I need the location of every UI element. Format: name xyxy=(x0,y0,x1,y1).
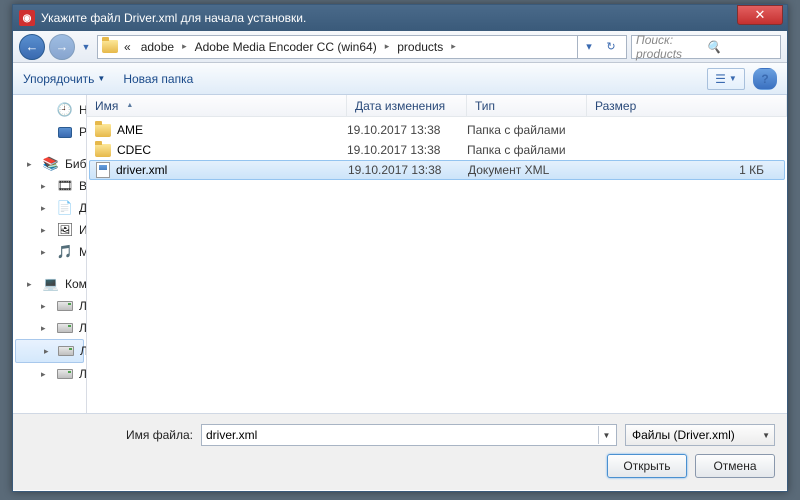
file-rows[interactable]: AME19.10.2017 13:38Папка с файламиCDEC19… xyxy=(87,117,787,413)
sidebar-item-documents[interactable]: ▸Документы xyxy=(13,197,86,219)
history-dropdown[interactable]: ▼ xyxy=(79,37,93,57)
folder-icon xyxy=(95,144,111,157)
chevron-down-icon: ▼ xyxy=(762,431,770,440)
breadcrumb-chevron-icon[interactable]: ▸ xyxy=(383,41,392,52)
video-icon xyxy=(57,178,73,194)
file-name: driver.xml xyxy=(116,163,167,177)
expand-icon[interactable]: ▸ xyxy=(27,279,32,290)
expand-icon[interactable]: ▸ xyxy=(41,181,46,192)
sidebar-item-video[interactable]: ▸Видео xyxy=(13,175,86,197)
navigation-bar: ← → ▼ « adobe ▸ Adobe Media Encoder CC (… xyxy=(13,31,787,63)
expand-icon[interactable]: ▸ xyxy=(27,159,32,170)
breadcrumb-chevron-icon[interactable]: ▸ xyxy=(180,41,189,52)
file-row[interactable]: CDEC 19.10.2017 13:38Папка с файлами xyxy=(87,140,787,160)
dialog-footer: Имя файла: driver.xml ▼ Файлы (Driver.xm… xyxy=(13,413,787,490)
breadcrumb-chevron-icon[interactable]: ▸ xyxy=(449,41,458,52)
xml-file-icon xyxy=(96,162,110,178)
titlebar: ◉ Укажите файл Driver.xml для начала уст… xyxy=(13,5,787,31)
recent-icon xyxy=(57,102,73,118)
search-placeholder: Поиск: products xyxy=(636,33,706,61)
column-headers: Имя Дата изменения Тип Размер xyxy=(87,95,787,117)
drive-icon xyxy=(57,320,73,336)
column-size[interactable]: Размер xyxy=(587,95,787,116)
sidebar-item-drive[interactable]: ▸Локальный диск xyxy=(13,363,86,385)
sidebar-tree[interactable]: Недавние места Рабочий стол ▸Библиотеки … xyxy=(13,95,87,413)
file-type: Документ XML xyxy=(468,163,588,177)
drive-icon xyxy=(57,298,73,314)
file-date: 19.10.2017 13:38 xyxy=(347,123,467,137)
music-icon xyxy=(57,244,73,260)
sidebar-item-desktop[interactable]: Рабочий стол xyxy=(13,121,86,143)
search-icon: 🔍 xyxy=(706,40,776,54)
breadcrumb-seg-0[interactable]: adobe xyxy=(137,40,178,54)
column-date[interactable]: Дата изменения xyxy=(347,95,467,116)
expand-icon[interactable]: ▸ xyxy=(41,203,46,214)
file-type: Папка с файлами xyxy=(467,123,587,137)
file-row[interactable]: AME 19.10.2017 13:38Папка с файлами xyxy=(87,120,787,140)
file-open-dialog: ◉ Укажите файл Driver.xml для начала уст… xyxy=(12,4,788,492)
expand-icon[interactable]: ▸ xyxy=(41,301,46,312)
toolbar: Упорядочить▼ Новая папка ☰▼ ? xyxy=(13,63,787,95)
sidebar-item-drive[interactable]: ▸Локальный диск xyxy=(13,317,86,339)
folder-icon xyxy=(102,40,118,53)
breadcrumb-seg-1[interactable]: Adobe Media Encoder CC (win64) xyxy=(191,40,381,54)
file-row[interactable]: driver.xml 19.10.2017 13:38Документ XML1 … xyxy=(89,160,785,180)
file-type: Папка с файлами xyxy=(467,143,587,157)
sidebar-item-recent[interactable]: Недавние места xyxy=(13,99,86,121)
filename-label: Имя файла: xyxy=(25,428,193,442)
cancel-button[interactable]: Отмена xyxy=(695,454,775,478)
file-size: 1 КБ xyxy=(588,163,778,177)
expand-icon[interactable]: ▸ xyxy=(41,247,46,258)
filename-dropdown[interactable]: ▼ xyxy=(598,426,614,444)
app-icon: ◉ xyxy=(19,10,35,26)
breadcrumb-prefix[interactable]: « xyxy=(120,40,135,54)
drive-icon xyxy=(58,343,74,359)
open-button[interactable]: Открыть xyxy=(607,454,687,478)
expand-icon[interactable]: ▸ xyxy=(41,323,46,334)
refresh-button[interactable]: ↻ xyxy=(600,36,622,58)
computer-icon xyxy=(43,276,59,292)
address-bar[interactable]: « adobe ▸ Adobe Media Encoder CC (win64)… xyxy=(97,35,627,59)
expand-icon[interactable]: ▸ xyxy=(44,346,49,357)
expand-icon[interactable]: ▸ xyxy=(41,225,46,236)
sidebar-item-computer[interactable]: ▸Компьютер xyxy=(13,273,86,295)
sidebar-item-images[interactable]: ▸Изображения xyxy=(13,219,86,241)
new-folder-button[interactable]: Новая папка xyxy=(123,72,193,86)
help-button[interactable]: ? xyxy=(753,68,777,90)
close-button[interactable]: ✕ xyxy=(737,5,783,25)
sidebar-item-drive[interactable]: ▸Локальный диск xyxy=(13,295,86,317)
images-icon xyxy=(57,222,73,238)
view-mode-button[interactable]: ☰▼ xyxy=(707,68,745,90)
organize-button[interactable]: Упорядочить▼ xyxy=(23,72,105,86)
sidebar-item-music[interactable]: ▸Музыка xyxy=(13,241,86,263)
desktop-icon xyxy=(57,124,73,140)
documents-icon xyxy=(57,200,73,216)
filename-input[interactable]: driver.xml ▼ xyxy=(201,424,617,446)
file-list-pane: Имя Дата изменения Тип Размер AME 19.10.2… xyxy=(87,95,787,413)
back-button[interactable]: ← xyxy=(19,34,45,60)
breadcrumb-seg-2[interactable]: products xyxy=(393,40,447,54)
file-name: CDEC xyxy=(117,143,151,157)
forward-button[interactable]: → xyxy=(49,34,75,60)
sidebar-item-drive[interactable]: ▸Локальный диск xyxy=(15,339,84,363)
search-input[interactable]: Поиск: products 🔍 xyxy=(631,35,781,59)
libraries-icon xyxy=(43,156,59,172)
expand-icon[interactable]: ▸ xyxy=(41,369,46,380)
file-date: 19.10.2017 13:38 xyxy=(348,163,468,177)
column-type[interactable]: Тип xyxy=(467,95,587,116)
drive-icon xyxy=(57,366,73,382)
file-type-filter[interactable]: Файлы (Driver.xml) ▼ xyxy=(625,424,775,446)
sidebar-item-libraries[interactable]: ▸Библиотеки xyxy=(13,153,86,175)
column-name[interactable]: Имя xyxy=(87,95,347,116)
window-title: Укажите файл Driver.xml для начала устан… xyxy=(41,11,737,25)
file-name: AME xyxy=(117,123,143,137)
address-dropdown[interactable]: ▾ xyxy=(578,36,600,58)
folder-icon xyxy=(95,124,111,137)
file-date: 19.10.2017 13:38 xyxy=(347,143,467,157)
filename-value: driver.xml xyxy=(206,428,257,442)
